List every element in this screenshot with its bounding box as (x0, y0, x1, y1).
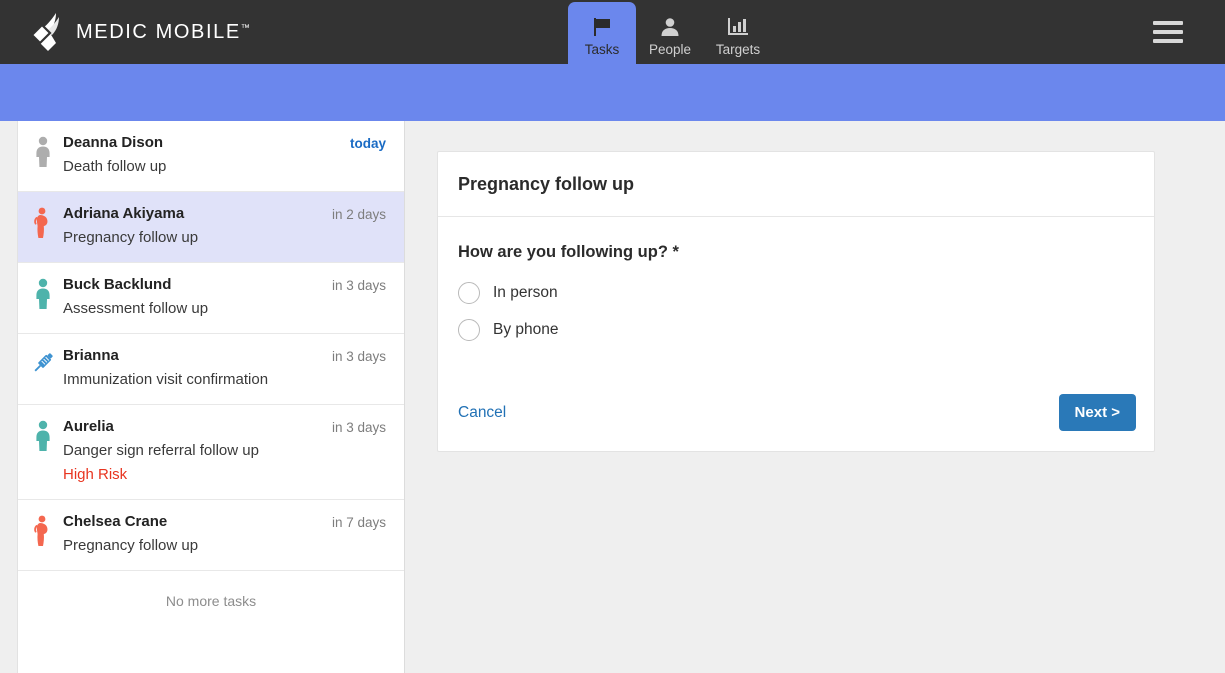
task-person-name: Adriana Akiyama (63, 205, 185, 222)
tab-targets-label: Targets (715, 42, 761, 57)
cancel-button[interactable]: Cancel (456, 404, 506, 422)
form-body: How are you following up? * In person By … (438, 217, 1154, 376)
task-person-name: Deanna Dison (63, 134, 164, 151)
tab-tasks-label: Tasks (584, 42, 620, 57)
tab-people[interactable]: People (636, 6, 704, 64)
radio-option-label: In person (493, 284, 558, 301)
task-row[interactable]: Deanna Dison today Death follow up (18, 121, 404, 192)
task-risk-badge: High Risk (63, 466, 128, 483)
task-description: Danger sign referral follow up (63, 442, 259, 459)
hamburger-bar (1153, 21, 1183, 25)
flag-icon (591, 14, 613, 38)
task-due-date: in 3 days (331, 278, 386, 293)
radio-group-following-up[interactable]: In person By phone (458, 282, 1134, 341)
top-navigation-bar: MEDIC MOBILE™ Tasks People Targets (0, 0, 1225, 64)
person-gray-icon (31, 136, 55, 170)
tab-tasks[interactable]: Tasks (568, 2, 636, 64)
task-due-date: in 3 days (331, 420, 386, 435)
person-teal-icon (31, 278, 55, 312)
dove-logo-icon (30, 13, 59, 51)
task-description: Assessment follow up (63, 300, 209, 317)
form-footer: Cancel Next > (438, 376, 1154, 451)
syringe-icon (31, 349, 55, 383)
task-description: Immunization visit confirmation (63, 371, 269, 388)
no-more-tasks-message: No more tasks (165, 593, 257, 609)
task-due-date: in 7 days (331, 515, 386, 530)
tab-targets[interactable]: Targets (704, 6, 772, 64)
radio-option-label: By phone (493, 321, 559, 338)
task-form-card: Pregnancy follow up How are you followin… (437, 151, 1155, 452)
trademark-symbol: ™ (240, 21, 250, 32)
task-due-date: in 3 days (331, 349, 386, 364)
task-description: Death follow up (63, 158, 167, 175)
person-icon (659, 14, 681, 38)
radio-option[interactable]: In person (458, 282, 1134, 304)
task-list-sidebar[interactable]: Deanna Dison today Death follow up Adriana … (17, 121, 405, 673)
hamburger-bar (1153, 39, 1183, 43)
task-description: Pregnancy follow up (63, 537, 199, 554)
person-teal-icon (31, 420, 55, 454)
task-person-name: Brianna (63, 347, 119, 364)
task-description: Pregnancy follow up (63, 229, 199, 246)
radio-circle-icon[interactable] (458, 319, 480, 341)
task-row[interactable]: Aurelia in 3 days Danger sign referral fol… (18, 405, 404, 500)
accent-band (0, 64, 1225, 121)
radio-circle-icon[interactable] (458, 282, 480, 304)
task-due-date: today (349, 136, 386, 151)
form-question-label: How are you following up? * (458, 243, 679, 261)
task-row[interactable]: Chelsea Crane in 7 days Pregnancy follow u… (18, 500, 404, 571)
next-button[interactable]: Next > (1058, 394, 1136, 431)
task-row[interactable]: Brianna in 3 days Immunization visit confi… (18, 334, 404, 405)
brand-name-text: MEDIC MOBILE (76, 20, 241, 43)
form-title: Pregnancy follow up (458, 174, 635, 194)
pregnant-woman-icon (31, 515, 55, 549)
task-person-name: Aurelia (63, 418, 114, 435)
brand-logo-area[interactable]: MEDIC MOBILE™ (26, 11, 250, 53)
brand-name: MEDIC MOBILE™ (76, 21, 250, 44)
task-person-name: Buck Backlund (63, 276, 172, 293)
task-person-name: Chelsea Crane (63, 513, 168, 530)
tab-people-label: People (648, 42, 692, 57)
task-row[interactable]: Buck Backlund in 3 days Assessment follow … (18, 263, 404, 334)
bar-chart-icon (726, 14, 750, 38)
task-due-date: in 2 days (331, 207, 386, 222)
hamburger-menu-icon[interactable] (1153, 21, 1183, 43)
hamburger-bar (1153, 30, 1183, 34)
form-header: Pregnancy follow up (438, 152, 1154, 217)
nav-tabs: Tasks People Targets (568, 0, 772, 64)
task-rows-container: Deanna Dison today Death follow up Adriana … (18, 121, 404, 571)
pregnant-woman-icon (31, 207, 55, 241)
main-content-area: Deanna Dison today Death follow up Adriana … (0, 121, 1225, 673)
task-row[interactable]: Adriana Akiyama in 2 days Pregnancy follow… (18, 192, 404, 263)
radio-option[interactable]: By phone (458, 319, 1134, 341)
